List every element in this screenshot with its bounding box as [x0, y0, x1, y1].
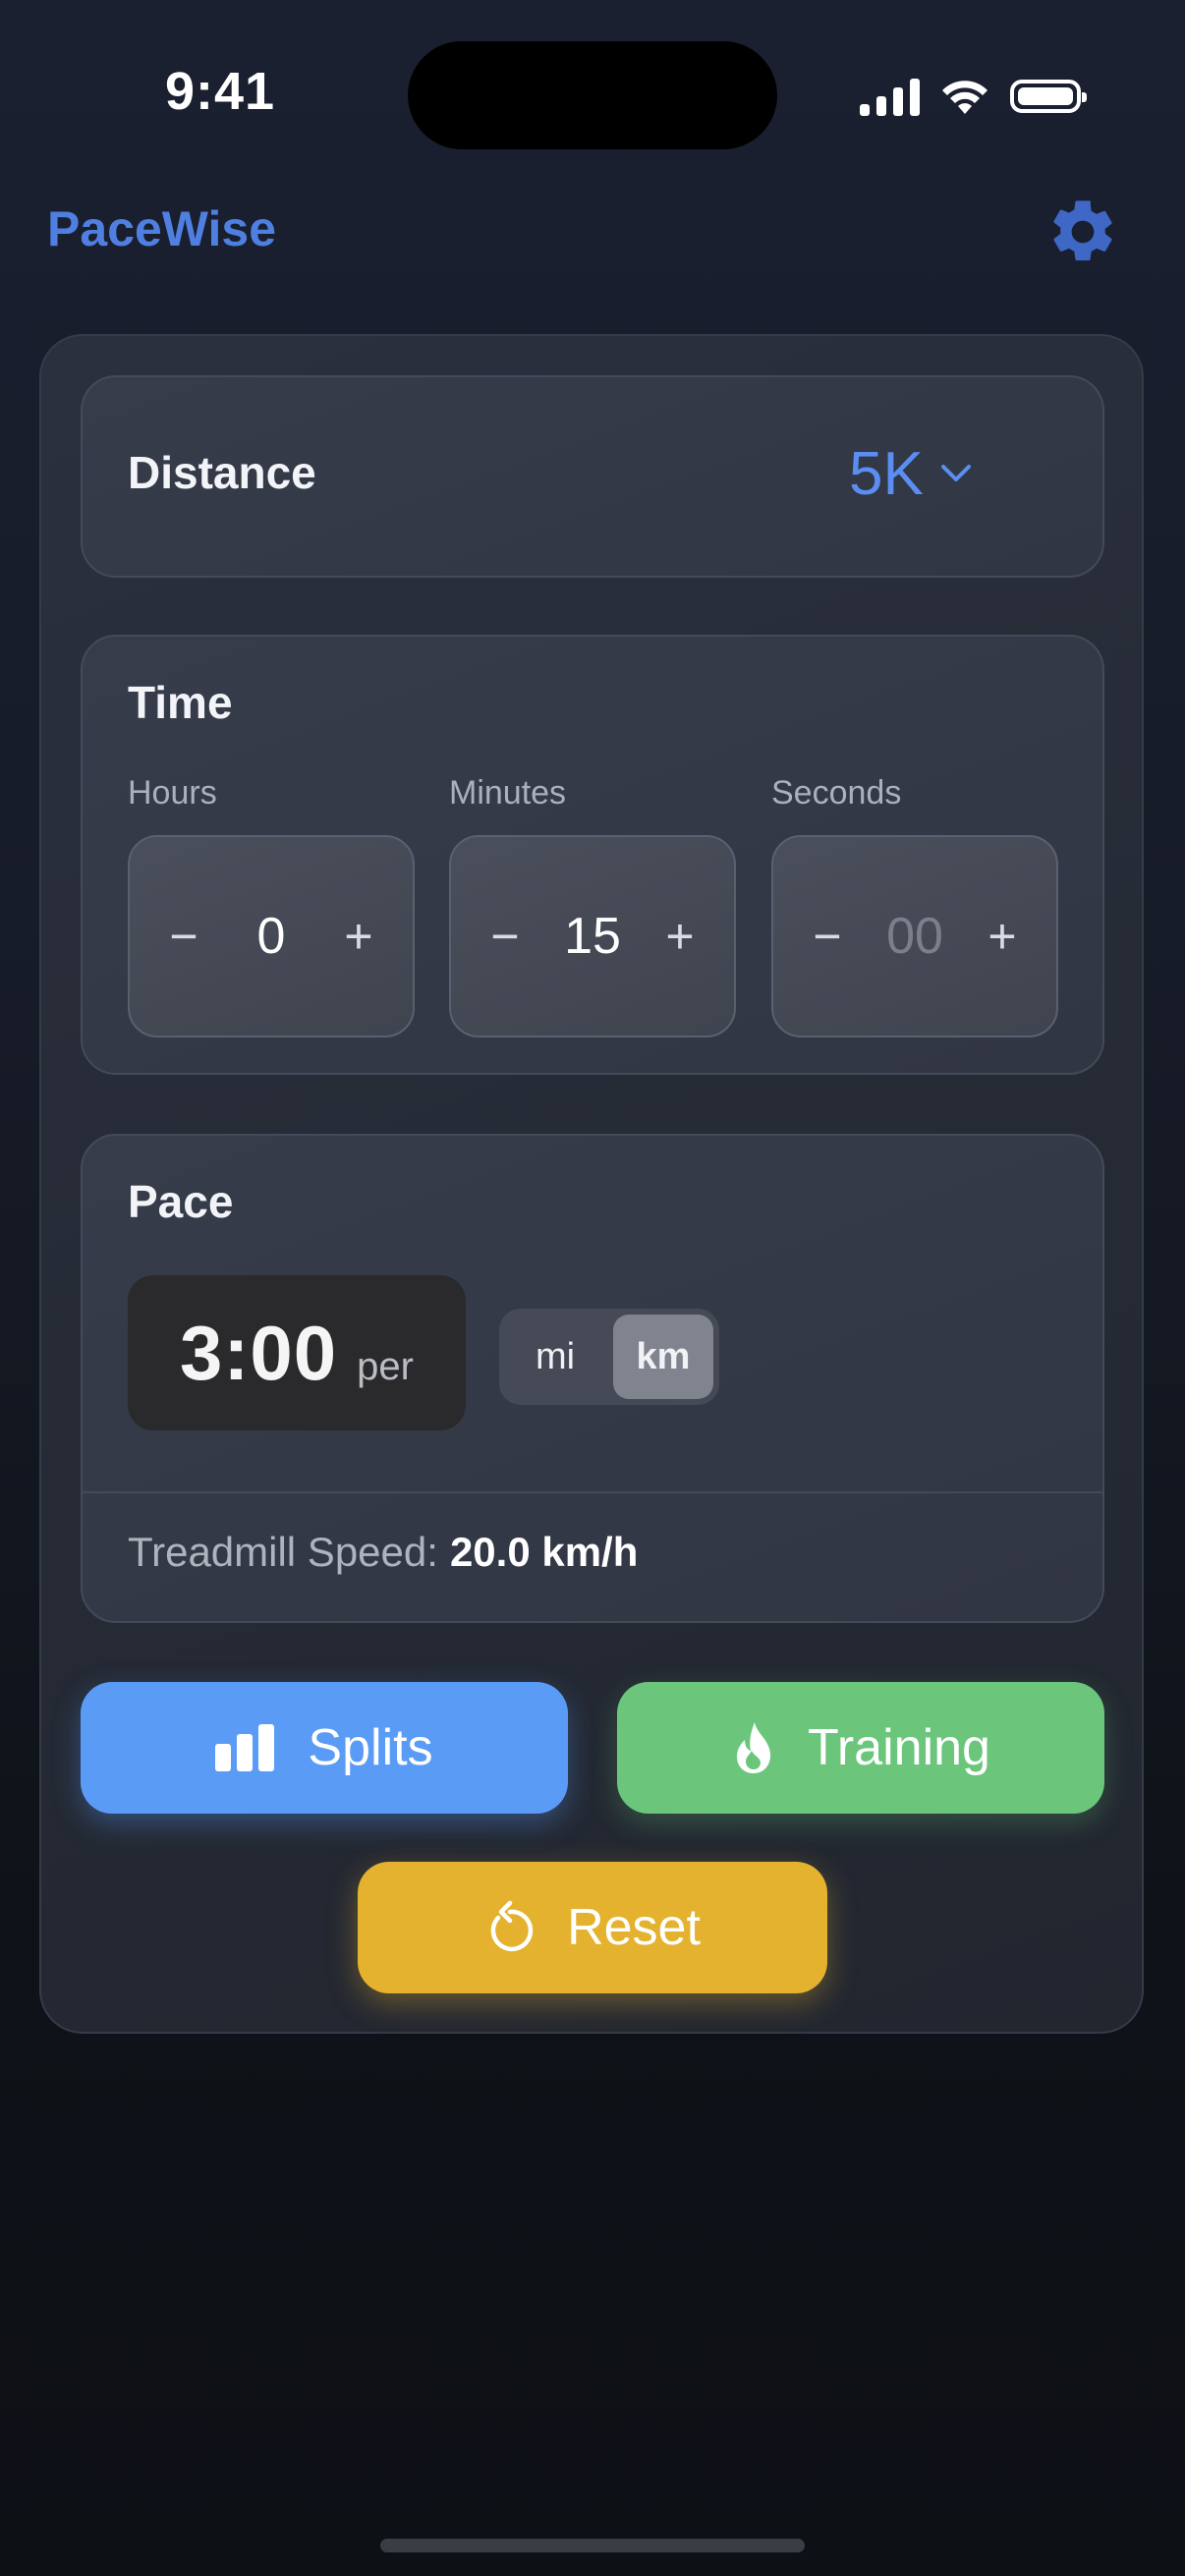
wifi-icon: [942, 81, 988, 114]
home-indicator[interactable]: [380, 2539, 805, 2552]
training-label: Training: [808, 1719, 990, 1776]
pace-value: 3:00: [180, 1310, 338, 1396]
pace-unit-toggle: mi km: [499, 1309, 719, 1405]
flame-icon: [737, 1722, 771, 1773]
seconds-label: Seconds: [771, 774, 902, 812]
minutes-column: Minutes − 15 +: [449, 774, 736, 1037]
status-icons: [860, 67, 1087, 126]
treadmill-speed-label: Treadmill Speed:: [128, 1529, 438, 1575]
cellular-signal-icon: [860, 77, 920, 116]
pace-per-label: per: [357, 1345, 414, 1388]
seconds-column: Seconds − 00 +: [771, 774, 1058, 1037]
status-bar: 9:41: [0, 0, 1185, 196]
pace-panel: Pace 3:00 per mi km Treadmill Speed: 20.0…: [81, 1134, 1104, 1623]
splits-label: Splits: [308, 1719, 433, 1776]
reset-label: Reset: [567, 1899, 701, 1956]
minutes-decrement-button[interactable]: −: [480, 897, 530, 976]
unit-option-km[interactable]: km: [613, 1315, 713, 1399]
training-button[interactable]: Training: [617, 1682, 1104, 1814]
minutes-increment-button[interactable]: +: [655, 897, 705, 976]
hours-label: Hours: [128, 774, 217, 812]
time-panel: Time Hours − 0 + Minutes − 15 + Seconds …: [81, 635, 1104, 1075]
bar-chart-icon: [215, 1724, 275, 1771]
hours-column: Hours − 0 +: [128, 774, 415, 1037]
distance-value: 5K: [849, 439, 924, 508]
minutes-stepper: − 15 +: [449, 835, 736, 1037]
hours-decrement-button[interactable]: −: [159, 897, 208, 976]
minutes-label: Minutes: [449, 774, 567, 812]
minutes-value[interactable]: 15: [543, 907, 642, 966]
pace-display: 3:00 per: [128, 1275, 466, 1430]
dynamic-island: [408, 41, 777, 149]
chevron-down-icon: [940, 465, 971, 481]
settings-button[interactable]: [1042, 191, 1124, 273]
hours-stepper: − 0 +: [128, 835, 415, 1037]
seconds-value[interactable]: 00: [866, 907, 964, 966]
divider: [83, 1491, 1102, 1493]
seconds-stepper: − 00 +: [771, 835, 1058, 1037]
unit-option-mi[interactable]: mi: [505, 1315, 605, 1399]
pace-label: Pace: [128, 1176, 234, 1227]
status-time: 9:41: [165, 62, 276, 121]
splits-button[interactable]: Splits: [81, 1682, 568, 1814]
battery-icon: [1010, 80, 1087, 113]
app-title: PaceWise: [47, 201, 277, 256]
reset-icon: [490, 1900, 534, 1952]
time-label: Time: [128, 677, 233, 728]
distance-label: Distance: [128, 447, 316, 498]
distance-panel: Distance 5K: [81, 375, 1104, 578]
treadmill-speed: Treadmill Speed: 20.0 km/h: [128, 1529, 638, 1576]
hours-value[interactable]: 0: [222, 907, 320, 966]
gear-icon: [1053, 200, 1112, 261]
hours-increment-button[interactable]: +: [334, 897, 383, 976]
reset-button[interactable]: Reset: [358, 1862, 827, 1993]
seconds-decrement-button[interactable]: −: [803, 897, 852, 976]
treadmill-speed-value: 20.0 km/h: [449, 1529, 639, 1575]
distance-dropdown[interactable]: 5K: [849, 434, 973, 513]
seconds-increment-button[interactable]: +: [978, 897, 1027, 976]
